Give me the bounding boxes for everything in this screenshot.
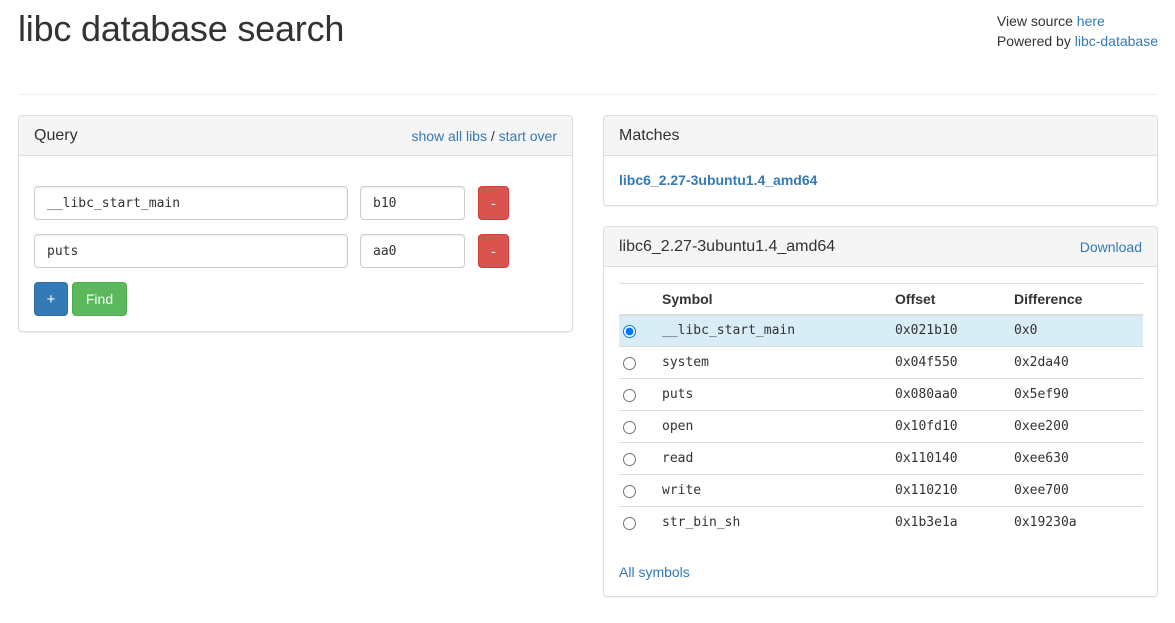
radio-cell: [619, 506, 654, 539]
difference-cell: 0x5ef90: [1006, 378, 1143, 411]
radio-cell: [619, 410, 654, 443]
query-title: Query: [34, 126, 78, 144]
query-heading-links: show all libs / start over: [411, 128, 557, 144]
symbol-cell: puts: [654, 378, 887, 411]
symbol-radio[interactable]: [623, 389, 636, 403]
radio-cell: [619, 346, 654, 379]
symbol-radio[interactable]: [623, 517, 636, 531]
radio-cell: [619, 314, 654, 347]
offset-cell: 0x110140: [887, 442, 1006, 475]
powered-by-label: Powered by: [996, 33, 1075, 49]
table-row[interactable]: system 0x04f550 0x2da40: [619, 346, 1143, 379]
table-row[interactable]: puts 0x080aa0 0x5ef90: [619, 378, 1143, 411]
offset-cell: 0x1b3e1a: [887, 506, 1006, 539]
symbol-radio[interactable]: [623, 357, 636, 371]
offset-cell: 0x10fd10: [887, 410, 1006, 443]
table-row[interactable]: read 0x110140 0xee630: [619, 442, 1143, 475]
symbol-cell: read: [654, 442, 887, 475]
download-link[interactable]: Download: [1080, 239, 1142, 255]
difference-cell: 0x19230a: [1006, 506, 1143, 539]
page-title: libc database search: [18, 8, 345, 49]
view-source-link[interactable]: here: [1077, 13, 1105, 29]
remove-row-button[interactable]: -: [478, 234, 509, 268]
header-divider: [18, 94, 1158, 95]
offset-cell: 0x04f550: [887, 346, 1006, 379]
table-header-row: Symbol Offset Difference: [619, 283, 1143, 316]
offset-column-header: Offset: [887, 283, 1006, 316]
find-button[interactable]: Find: [72, 282, 127, 316]
link-separator: /: [486, 127, 499, 144]
symbol-column-header: Symbol: [654, 283, 887, 316]
difference-column-header: Difference: [1006, 283, 1143, 316]
radio-cell: [619, 474, 654, 507]
detail-panel-heading: libc6_2.27-3ubuntu1.4_amd64 Download: [604, 227, 1157, 267]
symbols-table: Symbol Offset Difference __libc_start_ma…: [619, 283, 1143, 539]
start-over-link[interactable]: start over: [499, 128, 557, 144]
offset-cell: 0x021b10: [887, 314, 1006, 347]
symbol-radio[interactable]: [623, 453, 636, 467]
add-row-button[interactable]: +: [34, 282, 68, 316]
radio-cell: [619, 442, 654, 475]
remove-row-button[interactable]: -: [478, 186, 509, 220]
difference-cell: 0x2da40: [1006, 346, 1143, 379]
symbol-cell: open: [654, 410, 887, 443]
query-panel-heading: Query show all libs / start over: [19, 116, 572, 156]
offset-cell: 0x080aa0: [887, 378, 1006, 411]
difference-cell: 0xee630: [1006, 442, 1143, 475]
symbol-cell: __libc_start_main: [654, 314, 887, 347]
symbol-address-input[interactable]: [360, 234, 465, 268]
query-panel: Query show all libs / start over - - + F…: [18, 115, 573, 332]
detail-title: libc6_2.27-3ubuntu1.4_amd64: [619, 237, 836, 255]
table-row[interactable]: str_bin_sh 0x1b3e1a 0x19230a: [619, 506, 1143, 539]
match-link[interactable]: libc6_2.27-3ubuntu1.4_amd64: [619, 172, 817, 188]
radio-column-header: [619, 283, 654, 316]
symbol-radio[interactable]: [623, 485, 636, 499]
difference-cell: 0x0: [1006, 314, 1143, 347]
difference-cell: 0xee700: [1006, 474, 1143, 507]
difference-cell: 0xee200: [1006, 410, 1143, 443]
symbol-cell: system: [654, 346, 887, 379]
symbol-radio[interactable]: [623, 325, 636, 339]
symbol-cell: write: [654, 474, 887, 507]
all-symbols-link[interactable]: All symbols: [619, 564, 690, 580]
symbol-name-input[interactable]: [34, 186, 348, 220]
view-source-line: View source here: [997, 11, 1158, 31]
table-row[interactable]: open 0x10fd10 0xee200: [619, 410, 1143, 443]
offset-cell: 0x110210: [887, 474, 1006, 507]
table-row[interactable]: __libc_start_main 0x021b10 0x0: [619, 314, 1143, 347]
radio-cell: [619, 378, 654, 411]
header-links: View source here Powered by libc-databas…: [997, 11, 1158, 51]
symbol-name-input[interactable]: [34, 234, 348, 268]
view-source-label: View source: [996, 13, 1077, 29]
show-all-libs-link[interactable]: show all libs: [411, 128, 486, 144]
powered-by-link[interactable]: libc-database: [1075, 33, 1158, 49]
matches-title: Matches: [619, 126, 680, 144]
table-row[interactable]: write 0x110210 0xee700: [619, 474, 1143, 507]
powered-by-line: Powered by libc-database: [997, 31, 1158, 51]
symbol-address-input[interactable]: [360, 186, 465, 220]
matches-panel: Matches libc6_2.27-3ubuntu1.4_amd64: [603, 115, 1158, 206]
libc-detail-panel: libc6_2.27-3ubuntu1.4_amd64 Download Sym…: [603, 226, 1158, 597]
symbol-radio[interactable]: [623, 421, 636, 435]
symbol-cell: str_bin_sh: [654, 506, 887, 539]
matches-panel-heading: Matches: [604, 116, 1157, 156]
